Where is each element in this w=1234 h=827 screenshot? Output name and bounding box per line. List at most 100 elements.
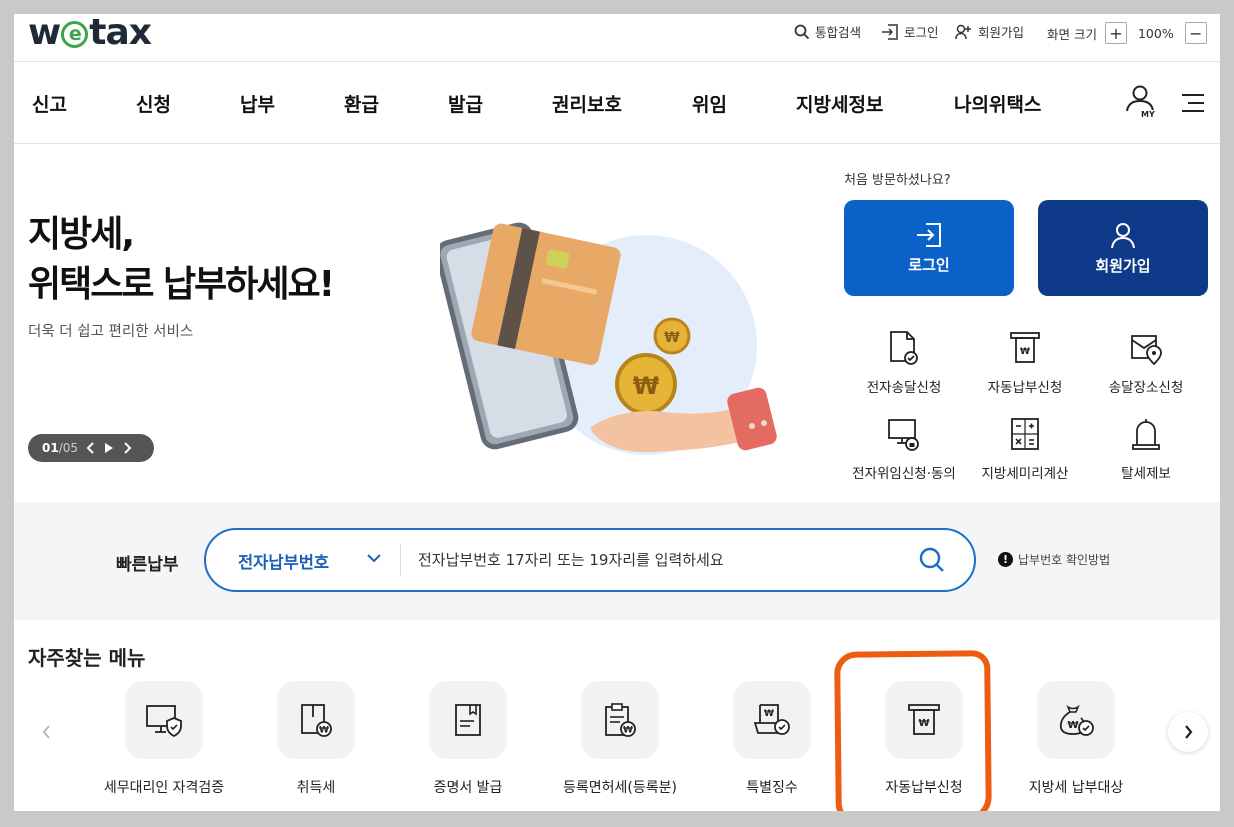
svg-text:₩: ₩ — [319, 726, 329, 736]
quick-link-label: 지방세미리계산 — [981, 466, 1069, 482]
quick-link-e-delegation[interactable]: 전자위임신청·동의 — [844, 412, 964, 482]
chevron-down-icon[interactable] — [366, 552, 382, 564]
nav-item-apply[interactable]: 신청 — [136, 90, 171, 117]
clipboard-won-icon: ₩ — [605, 703, 636, 737]
quick-link-label: 송달장소신청 — [1108, 380, 1184, 396]
top-utility-bar: w e tax 통합검색 로그인 회원가입 화면 크기 + 100% − — [14, 14, 1220, 62]
nav-item-report[interactable]: 신고 — [32, 90, 67, 117]
svg-text:₩: ₩ — [633, 372, 660, 400]
quick-link-tax-calculator[interactable]: 지방세미리계산 — [965, 412, 1085, 482]
frequent-item-acquisition-tax[interactable]: ₩ 취득세 — [241, 681, 391, 797]
unified-search-label: 통합검색 — [815, 25, 862, 40]
signup-button-label: 회원가입 — [1095, 256, 1151, 275]
screen-size-control: 화면 크기 + 100% − — [1047, 22, 1207, 44]
payment-type-select[interactable]: 전자납부번호 — [238, 549, 329, 573]
hero-subtitle: 더욱 더 쉽고 편리한 서비스 — [28, 324, 194, 340]
frequent-menu-title: 자주찾는 메뉴 — [28, 646, 146, 670]
quick-pay-search: 전자납부번호 — [204, 528, 976, 592]
certificate-icon — [455, 704, 481, 736]
my-label: MY — [1140, 110, 1156, 119]
nav-item-tax-info[interactable]: 지방세정보 — [796, 90, 883, 117]
envelope-location-icon — [1131, 335, 1162, 366]
search-icon — [794, 24, 810, 39]
frequent-item-icon-box: ₩ — [733, 681, 811, 759]
frequent-item-agent-verify[interactable]: 세무대리인 자격검증 — [89, 681, 239, 797]
nav-item-my-wetax[interactable]: 나의위택스 — [954, 90, 1041, 117]
hero-title-line1: 지방세, — [28, 214, 135, 255]
first-visit-text: 처음 방문하셨나요? — [844, 173, 951, 188]
document-won-icon: ₩ — [301, 704, 332, 737]
zoom-out-button[interactable]: − — [1184, 22, 1207, 44]
quick-pay-band: 빠른납부 전자납부번호 ! 납부번호 확인방법 — [14, 502, 1220, 620]
frequent-next-button[interactable] — [1168, 712, 1208, 752]
quick-link-e-delivery[interactable]: 전자송달신청 — [844, 326, 964, 396]
login-button[interactable]: 로그인 — [844, 200, 1014, 296]
money-bag-check-icon: ₩ — [1059, 704, 1094, 736]
pager-total: 05 — [62, 441, 79, 455]
frequent-item-label: 증명서 발급 — [433, 780, 503, 796]
monitor-shield-icon — [146, 705, 182, 738]
alarm-bell-icon — [1132, 419, 1160, 450]
chevron-left-icon — [42, 725, 50, 739]
my-page-button[interactable]: MY — [1124, 84, 1156, 124]
frequent-item-label: 지방세 납부대상 — [1028, 780, 1124, 796]
user-plus-icon — [955, 24, 971, 39]
frequent-item-label: 취득세 — [296, 780, 336, 796]
monitor-lock-icon — [888, 419, 919, 451]
quick-link-delivery-place[interactable]: 송달장소신청 — [1086, 326, 1206, 396]
zoom-in-button[interactable]: + — [1104, 22, 1127, 44]
quick-pay-label: 빠른납부 — [116, 555, 179, 575]
wetax-logo[interactable]: w e tax — [28, 14, 152, 53]
login-link[interactable]: 로그인 — [881, 22, 939, 41]
quick-link-label: 전자송달신청 — [866, 380, 942, 396]
login-button-label: 로그인 — [908, 255, 950, 274]
page: w e tax 통합검색 로그인 회원가입 화면 크기 + 100% − 신고 신청… — [14, 14, 1220, 811]
frequent-item-icon-box — [125, 681, 203, 759]
frequent-item-registration-tax[interactable]: ₩ 등록면허세(등록분) — [545, 681, 695, 797]
pager-counter: 01/05 — [42, 441, 78, 455]
next-slide-icon[interactable] — [122, 442, 132, 454]
frequent-item-certificate[interactable]: 증명서 발급 — [393, 681, 543, 797]
nav-item-issue[interactable]: 발급 — [448, 90, 483, 117]
play-icon[interactable] — [104, 442, 114, 454]
svg-text:₩: ₩ — [623, 726, 633, 736]
svg-text:₩: ₩ — [764, 709, 774, 719]
chevron-right-icon — [1185, 725, 1193, 739]
unified-search-link[interactable]: 통합검색 — [794, 22, 861, 41]
payment-number-input[interactable] — [418, 544, 898, 576]
signup-link[interactable]: 회원가입 — [955, 22, 1024, 41]
frequent-item-special-collection[interactable]: ₩ 특별징수 — [697, 681, 847, 797]
svg-text:₩: ₩ — [1067, 720, 1078, 731]
zoom-level: 100% — [1137, 25, 1174, 41]
frequent-item-icon-box: ₩ — [277, 681, 355, 759]
frequent-item-icon-box — [429, 681, 507, 759]
quick-link-tax-evasion-report[interactable]: 탈세제보 — [1086, 412, 1206, 482]
frequent-item-icon-box: ₩ — [581, 681, 659, 759]
nav-item-delegation[interactable]: 위임 — [692, 90, 727, 117]
nav-item-refund[interactable]: 환급 — [344, 90, 379, 117]
frequent-prev-button[interactable] — [27, 712, 67, 752]
screen-size-label: 화면 크기 — [1047, 26, 1097, 42]
nav-item-rights[interactable]: 권리보호 — [552, 90, 622, 117]
frequent-item-label: 세무대리인 자격검증 — [103, 780, 225, 796]
frequent-item-payment-target[interactable]: ₩ 지방세 납부대상 — [1001, 681, 1151, 797]
document-check-icon — [890, 331, 918, 365]
my-user-icon — [1126, 85, 1154, 112]
quick-link-auto-payment[interactable]: ₩ 자동납부신청 — [965, 326, 1085, 396]
quick-link-label: 전자위임신청·동의 — [852, 466, 956, 482]
search-icon[interactable] — [918, 546, 946, 574]
login-icon — [882, 23, 898, 40]
prev-slide-icon[interactable] — [86, 442, 96, 454]
highlight-annotation — [834, 650, 992, 811]
login-icon — [917, 222, 941, 247]
signup-button[interactable]: 회원가입 — [1038, 200, 1208, 296]
hero-title-line2: 위택스로 납부하세요! — [28, 264, 335, 305]
pager-current: 01 — [42, 441, 59, 455]
info-icon: ! — [998, 552, 1013, 567]
hamburger-menu-icon[interactable] — [1180, 92, 1206, 114]
payment-number-help-link[interactable]: ! 납부번호 확인방법 — [998, 551, 1110, 568]
svg-text:₩: ₩ — [664, 330, 680, 346]
nav-item-payment[interactable]: 납부 — [240, 90, 275, 117]
main-nav: 신고 신청 납부 환급 발급 권리보호 위임 지방세정보 나의위택스 MY — [14, 62, 1220, 144]
quick-link-label: 탈세제보 — [1121, 466, 1171, 482]
